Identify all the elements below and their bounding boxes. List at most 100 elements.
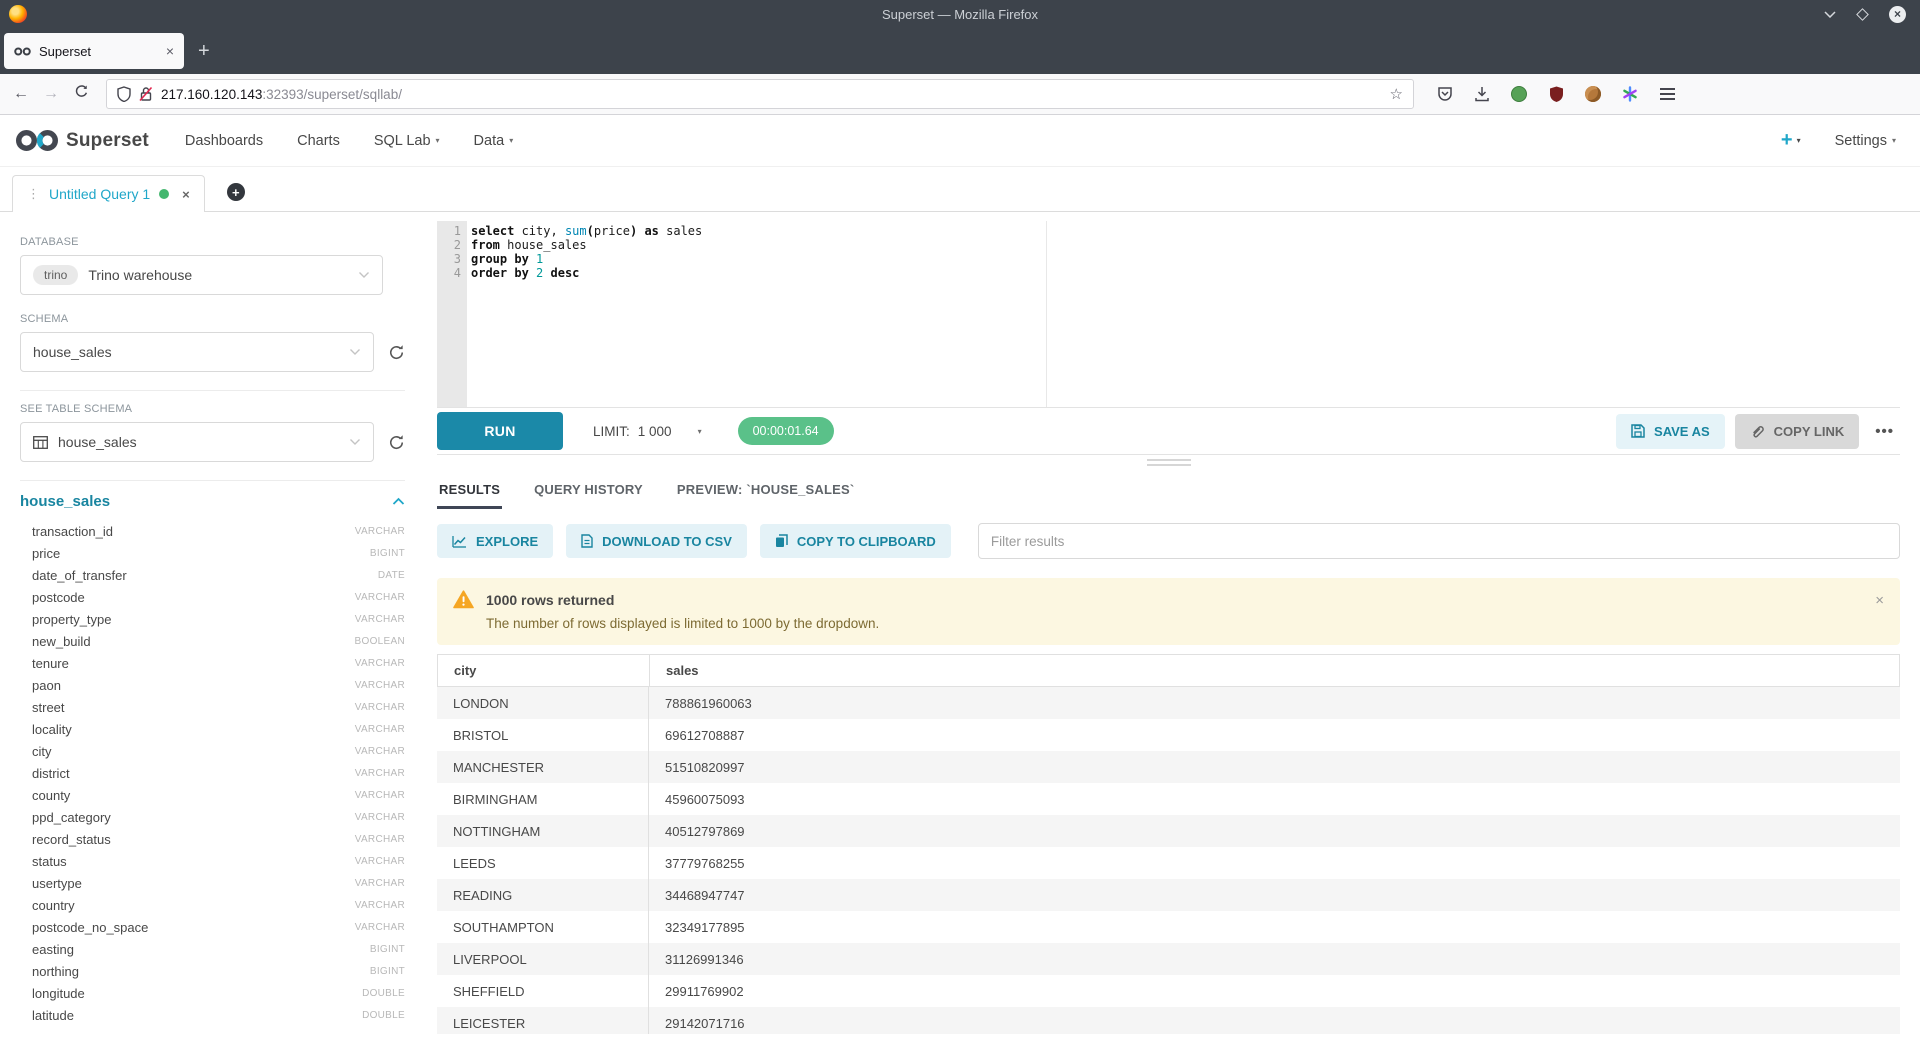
tab-query-history[interactable]: QUERY HISTORY	[532, 469, 645, 509]
extension-asterisk-icon[interactable]	[1621, 85, 1639, 103]
resize-grip-handle[interactable]	[1147, 459, 1191, 466]
chevron-down-icon	[349, 348, 361, 356]
window-minimize-button[interactable]	[1824, 10, 1836, 18]
cell-sales: 69612708887	[649, 719, 1900, 751]
column-row: tenureVARCHAR	[20, 652, 405, 674]
code-token: price	[594, 224, 630, 238]
cell-city: LONDON	[437, 687, 649, 719]
column-row: new_buildBOOLEAN	[20, 630, 405, 652]
schema-select[interactable]: house_sales	[20, 332, 374, 372]
rows-returned-alert: 1000 rows returned The number of rows di…	[437, 578, 1900, 645]
code-token: desc	[551, 266, 580, 280]
refresh-table-icon[interactable]	[388, 434, 405, 451]
browser-tab[interactable]: Superset ×	[4, 33, 184, 69]
explore-button[interactable]: EXPLORE	[437, 524, 553, 558]
cell-city: MANCHESTER	[437, 751, 649, 783]
table-row: READING34468947747	[437, 879, 1900, 911]
superset-brand[interactable]: Superset	[16, 129, 149, 152]
database-label: DATABASE	[20, 236, 405, 248]
shield-icon[interactable]	[117, 86, 131, 102]
download-icon[interactable]	[1473, 85, 1491, 103]
tab-preview-house-sales[interactable]: PREVIEW: `HOUSE_SALES`	[675, 469, 857, 509]
column-name: usertype	[32, 876, 355, 891]
database-select[interactable]: trino Trino warehouse	[20, 255, 383, 295]
copy-to-clipboard-button[interactable]: COPY TO CLIPBOARD	[760, 524, 951, 558]
column-type: VARCHAR	[355, 812, 405, 823]
refresh-schema-icon[interactable]	[388, 344, 405, 361]
nav-item-sql-lab[interactable]: SQL Lab▾	[374, 133, 440, 149]
editor-toolbar: RUN LIMIT: 1 000 ▾ 00:00:01.64 SAVE AS	[437, 407, 1900, 455]
window-maximize-button[interactable]	[1856, 8, 1869, 21]
sql-editor[interactable]: 1234 select city, sum(price) as salesfro…	[437, 221, 1900, 407]
column-type: BIGINT	[370, 966, 405, 977]
table-grid-icon	[33, 436, 48, 449]
query-tab-close-icon[interactable]: ×	[182, 187, 190, 202]
superset-logo-icon	[16, 129, 58, 152]
cell-sales: 29142071716	[649, 1007, 1900, 1034]
code-token	[543, 266, 550, 280]
cell-sales: 40512797869	[649, 815, 1900, 847]
forward-button[interactable]: →	[36, 85, 66, 103]
code-token: from	[471, 238, 500, 252]
pocket-icon[interactable]	[1436, 85, 1454, 103]
collapse-chevron-up-icon[interactable]	[392, 497, 405, 506]
column-type: BOOLEAN	[355, 636, 405, 647]
bookmark-star-icon[interactable]: ☆	[1390, 85, 1403, 103]
ublock-icon[interactable]	[1547, 85, 1565, 103]
schema-label: SCHEMA	[20, 313, 405, 325]
nav-item-charts[interactable]: Charts	[297, 133, 340, 149]
copy-icon	[775, 534, 788, 548]
menu-hamburger-icon[interactable]	[1658, 85, 1676, 103]
divider	[20, 480, 405, 481]
insecure-lock-icon[interactable]	[139, 86, 153, 102]
column-type: BIGINT	[370, 944, 405, 955]
column-name: transaction_id	[32, 524, 355, 539]
cell-city: BIRMINGHAM	[437, 783, 649, 815]
window-close-button[interactable]: ×	[1889, 6, 1906, 23]
chevron-down-icon: ▾	[1892, 136, 1896, 145]
settings-menu[interactable]: Settings▾	[1835, 133, 1896, 149]
more-options-button[interactable]: •••	[1869, 423, 1900, 440]
column-row: priceBIGINT	[20, 542, 405, 564]
limit-dropdown[interactable]: LIMIT: 1 000 ▾	[593, 424, 702, 439]
add-new-button[interactable]: +▾	[1781, 129, 1801, 152]
database-value: Trino warehouse	[88, 267, 348, 283]
save-as-button[interactable]: SAVE AS	[1616, 414, 1725, 449]
privacy-badger-icon[interactable]	[1510, 85, 1528, 103]
nav-item-data[interactable]: Data▾	[474, 133, 514, 149]
cell-city: LEEDS	[437, 847, 649, 879]
reload-button[interactable]	[66, 84, 96, 104]
column-name: longitude	[32, 986, 362, 1001]
browser-tabbar: Superset × +	[0, 28, 1920, 74]
back-button[interactable]: ←	[6, 85, 36, 103]
filter-results-input[interactable]	[978, 523, 1900, 559]
header-cell-sales[interactable]: sales	[650, 655, 1899, 686]
run-button[interactable]: RUN	[437, 412, 563, 450]
query-tab-strip: ⋮ Untitled Query 1 × +	[0, 167, 1920, 212]
column-name: date_of_transfer	[32, 568, 378, 583]
chevron-down-icon: ▾	[509, 136, 513, 145]
nav-item-dashboards[interactable]: Dashboards	[185, 133, 263, 149]
table-select[interactable]: house_sales	[20, 422, 374, 462]
database-engine-badge: trino	[33, 265, 78, 285]
tab-results[interactable]: RESULTS	[437, 469, 502, 509]
alert-close-icon[interactable]: ×	[1875, 592, 1884, 609]
add-query-tab-button[interactable]: +	[227, 183, 245, 201]
new-tab-button[interactable]: +	[198, 40, 210, 63]
code-token	[529, 266, 536, 280]
table-name-heading: house_sales	[20, 493, 110, 510]
tab-close-icon[interactable]: ×	[166, 43, 174, 59]
browser-titlebar: Superset — Mozilla Firefox ×	[0, 0, 1920, 28]
superset-favicon-icon	[14, 46, 31, 57]
column-type: VARCHAR	[355, 526, 405, 537]
column-type: VARCHAR	[355, 746, 405, 757]
copy-link-button[interactable]: COPY LINK	[1735, 414, 1860, 449]
query-tab[interactable]: ⋮ Untitled Query 1 ×	[12, 175, 205, 212]
editor-code-lines[interactable]: select city, sum(price) as salesfrom hou…	[467, 221, 1900, 407]
limit-label: LIMIT:	[593, 424, 630, 439]
download-csv-button[interactable]: DOWNLOAD TO CSV	[566, 524, 747, 558]
header-cell-city[interactable]: city	[438, 655, 650, 686]
column-type: DOUBLE	[362, 1010, 405, 1021]
url-field[interactable]: 217.160.120.143:32393/superset/sqllab/ ☆	[106, 79, 1414, 109]
cookie-icon[interactable]	[1584, 85, 1602, 103]
